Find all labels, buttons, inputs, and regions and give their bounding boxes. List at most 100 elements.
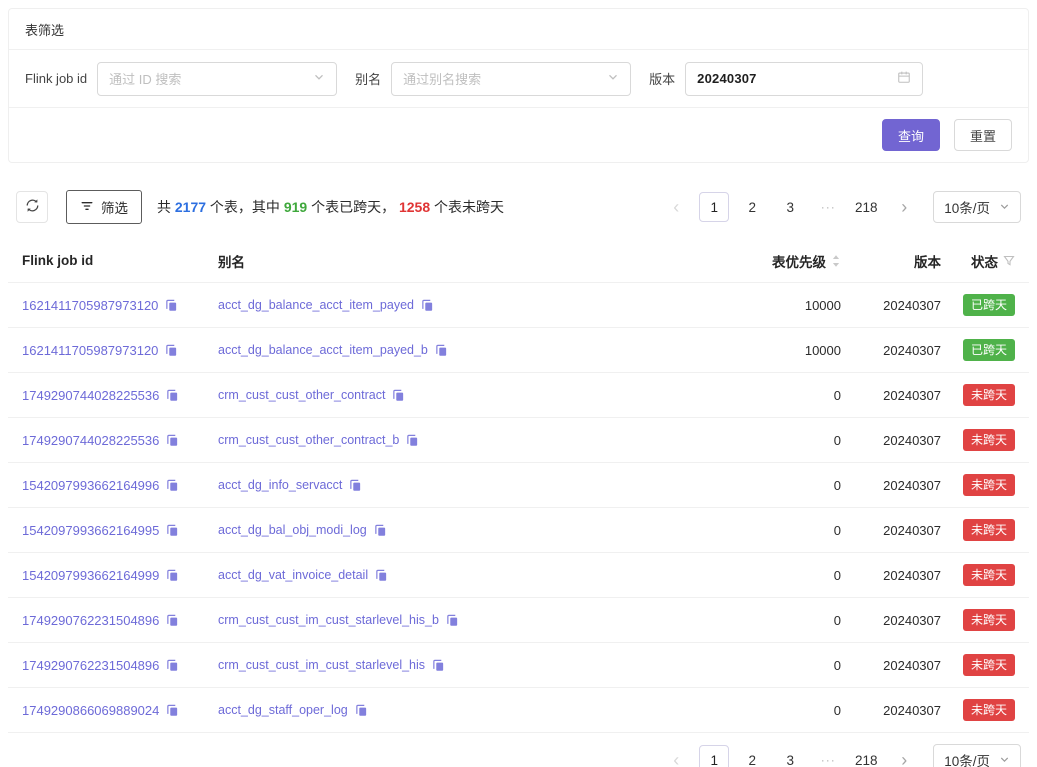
page-button-1[interactable]: 1 xyxy=(699,745,729,767)
copy-icon[interactable] xyxy=(166,524,179,537)
page-button-2[interactable]: 2 xyxy=(737,192,767,222)
sort-icon[interactable] xyxy=(831,254,841,268)
flink-job-id-cell: 1749290744028225536 xyxy=(22,388,218,403)
alias-link[interactable]: acct_dg_balance_acct_item_payed_b xyxy=(218,343,428,357)
filter-actions: 查询 重置 xyxy=(9,108,1028,162)
priority-cell: 0 xyxy=(681,523,841,538)
page-size-value: 10条/页 xyxy=(944,750,990,767)
next-page-button[interactable]: › xyxy=(889,745,919,767)
flink-job-id-link[interactable]: 1749290762231504896 xyxy=(22,658,159,673)
version-field: 版本 20240307 xyxy=(649,62,923,96)
flink-job-id-link[interactable]: 1749290762231504896 xyxy=(22,613,159,628)
flink-job-id-cell: 1749290744028225536 xyxy=(22,433,218,448)
table-row: 1749290866069889024 acct_dg_staff_oper_l… xyxy=(8,688,1029,733)
flink-job-id-link[interactable]: 1542097993662164999 xyxy=(22,568,159,583)
priority-cell: 10000 xyxy=(681,298,841,313)
prev-page-button[interactable]: ‹ xyxy=(661,745,691,767)
status-badge: 已跨天 xyxy=(963,339,1015,362)
status-badge: 已跨天 xyxy=(963,294,1015,317)
copy-icon[interactable] xyxy=(421,299,434,312)
filter-lines-icon xyxy=(80,199,94,216)
page-size-select[interactable]: 10条/页 xyxy=(933,191,1021,223)
flink-job-id-link[interactable]: 1542097993662164996 xyxy=(22,478,159,493)
summary-total-count: 2177 xyxy=(175,199,206,215)
priority-cell: 0 xyxy=(681,703,841,718)
flink-job-id-link[interactable]: 1621411705987973120 xyxy=(22,343,158,358)
prev-page-button[interactable]: ‹ xyxy=(661,192,691,222)
table-row: 1749290762231504896 crm_cust_cust_im_cus… xyxy=(8,643,1029,688)
status-cell: 未跨天 xyxy=(941,699,1015,722)
copy-icon[interactable] xyxy=(166,659,179,672)
copy-icon[interactable] xyxy=(374,524,387,537)
refresh-button[interactable] xyxy=(16,191,48,223)
copy-icon[interactable] xyxy=(432,659,445,672)
copy-icon[interactable] xyxy=(165,344,178,357)
flink-job-id-label: Flink job id xyxy=(25,71,87,86)
calendar-icon xyxy=(897,70,911,87)
table-body: 1621411705987973120 acct_dg_balance_acct… xyxy=(8,283,1029,733)
copy-icon[interactable] xyxy=(166,389,179,402)
reset-button[interactable]: 重置 xyxy=(954,119,1012,151)
page-ellipsis[interactable]: ··· xyxy=(813,192,843,222)
status-badge: 未跨天 xyxy=(963,384,1015,407)
alias-link[interactable]: acct_dg_balance_acct_item_payed xyxy=(218,298,414,312)
filter-form-row: Flink job id 通过 ID 搜索 别名 通过别名搜索 版本 20240… xyxy=(9,50,1028,108)
copy-icon[interactable] xyxy=(166,479,179,492)
alias-link[interactable]: acct_dg_staff_oper_log xyxy=(218,703,348,717)
table-row: 1542097993662164996 acct_dg_info_servacc… xyxy=(8,463,1029,508)
page-button-218[interactable]: 218 xyxy=(851,745,881,767)
page-ellipsis[interactable]: ··· xyxy=(813,745,843,767)
copy-icon[interactable] xyxy=(406,434,419,447)
flink-job-id-link[interactable]: 1749290744028225536 xyxy=(22,388,159,403)
copy-icon[interactable] xyxy=(375,569,388,582)
query-button[interactable]: 查询 xyxy=(882,119,940,151)
flink-job-id-select[interactable]: 通过 ID 搜索 xyxy=(97,62,337,96)
page-button-3[interactable]: 3 xyxy=(775,745,805,767)
page-size-select[interactable]: 10条/页 xyxy=(933,744,1021,767)
alias-link[interactable]: acct_dg_vat_invoice_detail xyxy=(218,568,368,582)
flink-job-id-link[interactable]: 1749290744028225536 xyxy=(22,433,159,448)
alias-cell: acct_dg_balance_acct_item_payed xyxy=(218,298,681,312)
version-date-input[interactable]: 20240307 xyxy=(685,62,923,96)
copy-icon[interactable] xyxy=(392,389,405,402)
next-page-button[interactable]: › xyxy=(889,192,919,222)
alias-cell: crm_cust_cust_im_cust_starlevel_his xyxy=(218,658,681,672)
page-button-3[interactable]: 3 xyxy=(775,192,805,222)
table-row: 1542097993662164999 acct_dg_vat_invoice_… xyxy=(8,553,1029,598)
alias-link[interactable]: crm_cust_cust_im_cust_starlevel_his xyxy=(218,658,425,672)
page-button-2[interactable]: 2 xyxy=(737,745,767,767)
copy-icon[interactable] xyxy=(355,704,368,717)
flink-job-id-link[interactable]: 1542097993662164995 xyxy=(22,523,159,538)
alias-link[interactable]: acct_dg_info_servacct xyxy=(218,478,342,492)
copy-icon[interactable] xyxy=(165,299,178,312)
copy-icon[interactable] xyxy=(166,569,179,582)
flink-job-id-link[interactable]: 1749290866069889024 xyxy=(22,703,159,718)
copy-icon[interactable] xyxy=(166,704,179,717)
copy-icon[interactable] xyxy=(435,344,448,357)
copy-icon[interactable] xyxy=(166,434,179,447)
alias-select[interactable]: 通过别名搜索 xyxy=(391,62,631,96)
status-cell: 未跨天 xyxy=(941,474,1015,497)
priority-cell: 0 xyxy=(681,388,841,403)
flink-job-id-link[interactable]: 1621411705987973120 xyxy=(22,298,158,313)
pagination-top: ‹ 123 ··· 218 › xyxy=(661,192,919,222)
table-header-row: Flink job id 别名 表优先级 版本 状态 xyxy=(8,239,1029,283)
status-filter-funnel-icon[interactable] xyxy=(1003,255,1015,267)
alias-link[interactable]: crm_cust_cust_im_cust_starlevel_his_b xyxy=(218,613,439,627)
flink-job-id-placeholder: 通过 ID 搜索 xyxy=(109,69,181,88)
copy-icon[interactable] xyxy=(166,614,179,627)
alias-cell: acct_dg_staff_oper_log xyxy=(218,703,681,717)
header-version-label: 版本 xyxy=(914,251,941,271)
alias-link[interactable]: crm_cust_cust_other_contract xyxy=(218,388,385,402)
summary-crossed-count: 919 xyxy=(284,199,307,215)
table-row: 1621411705987973120 acct_dg_balance_acct… xyxy=(8,283,1029,328)
table-row: 1542097993662164995 acct_dg_bal_obj_modi… xyxy=(8,508,1029,553)
copy-icon[interactable] xyxy=(446,614,459,627)
alias-link[interactable]: acct_dg_bal_obj_modi_log xyxy=(218,523,367,537)
alias-link[interactable]: crm_cust_cust_other_contract_b xyxy=(218,433,399,447)
alias-label: 别名 xyxy=(355,69,381,88)
filter-toggle-button[interactable]: 筛选 xyxy=(66,190,142,224)
copy-icon[interactable] xyxy=(349,479,362,492)
page-button-1[interactable]: 1 xyxy=(699,192,729,222)
page-button-218[interactable]: 218 xyxy=(851,192,881,222)
